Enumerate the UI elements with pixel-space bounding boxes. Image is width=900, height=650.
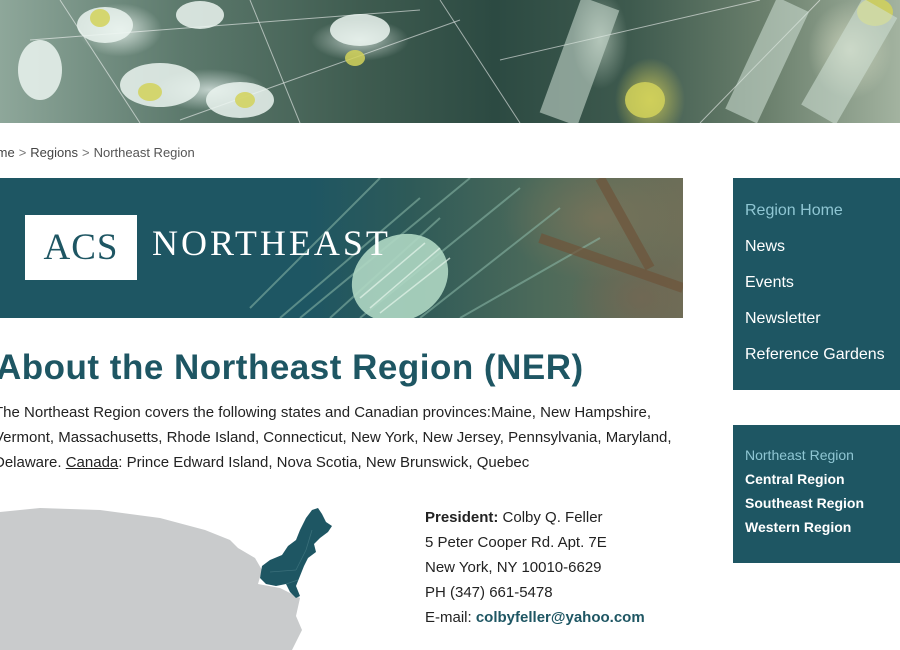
breadcrumb-current: Northeast Region	[93, 145, 195, 160]
sidebar-item-western-region[interactable]: Western Region	[733, 519, 900, 543]
president-line: President: Colby Q. Feller	[425, 505, 645, 530]
address-line-1: 5 Peter Cooper Rd. Apt. 7E	[425, 534, 607, 551]
president-contact: President: Colby Q. Feller 5 Peter Coope…	[425, 505, 645, 630]
us-map-shape	[0, 508, 302, 650]
breadcrumb-separator: >	[81, 145, 90, 160]
phone-number: PH (347) 661-5478	[425, 584, 553, 601]
canada-link[interactable]: Canada	[66, 454, 119, 471]
region-banner: ACS NORTHEAST	[0, 178, 683, 318]
email-line: E-mail: colbyfeller@yahoo.com	[425, 605, 645, 630]
us-region-map	[0, 508, 332, 650]
acs-logo[interactable]: ACS	[25, 215, 137, 280]
breadcrumb-regions-link[interactable]: Regions	[30, 145, 78, 160]
sidebar-item-newsletter[interactable]: Newsletter	[733, 310, 900, 346]
breadcrumb: Home>Regions>Northeast Region	[0, 145, 195, 160]
region-sidebar-nav: Region Home News Events Newsletter Refer…	[733, 178, 900, 390]
banner-heading: NORTHEAST	[152, 223, 391, 263]
email-label: E-mail:	[425, 609, 476, 626]
logo-text: ACS	[43, 227, 119, 268]
sidebar-item-southeast-region[interactable]: Southeast Region	[733, 495, 900, 519]
canada-provinces-text: : Prince Edward Island, Nova Scotia, New…	[118, 454, 530, 471]
email-link[interactable]: colbyfeller@yahoo.com	[476, 609, 645, 626]
intro-paragraph: The Northeast Region covers the followin…	[0, 400, 694, 475]
sidebar-item-central-region[interactable]: Central Region	[733, 471, 900, 495]
regions-sidebar-nav: Northeast Region Central Region Southeas…	[733, 425, 900, 563]
sidebar-item-region-home[interactable]: Region Home	[733, 202, 900, 238]
sidebar-item-northeast-region[interactable]: Northeast Region	[733, 447, 900, 471]
page-title: About the Northeast Region (NER)	[0, 348, 584, 387]
breadcrumb-separator: >	[18, 145, 27, 160]
sidebar-item-reference-gardens[interactable]: Reference Gardens	[733, 346, 900, 382]
header-photo	[0, 0, 900, 123]
address-line-2: New York, NY 10010-6629	[425, 559, 602, 576]
breadcrumb-home-link[interactable]: Home	[0, 145, 15, 160]
president-name: Colby Q. Feller	[498, 509, 603, 526]
president-label: President:	[425, 509, 499, 526]
sidebar-item-news[interactable]: News	[733, 238, 900, 274]
northeast-region-shape	[260, 508, 332, 598]
sidebar-item-events[interactable]: Events	[733, 274, 900, 310]
